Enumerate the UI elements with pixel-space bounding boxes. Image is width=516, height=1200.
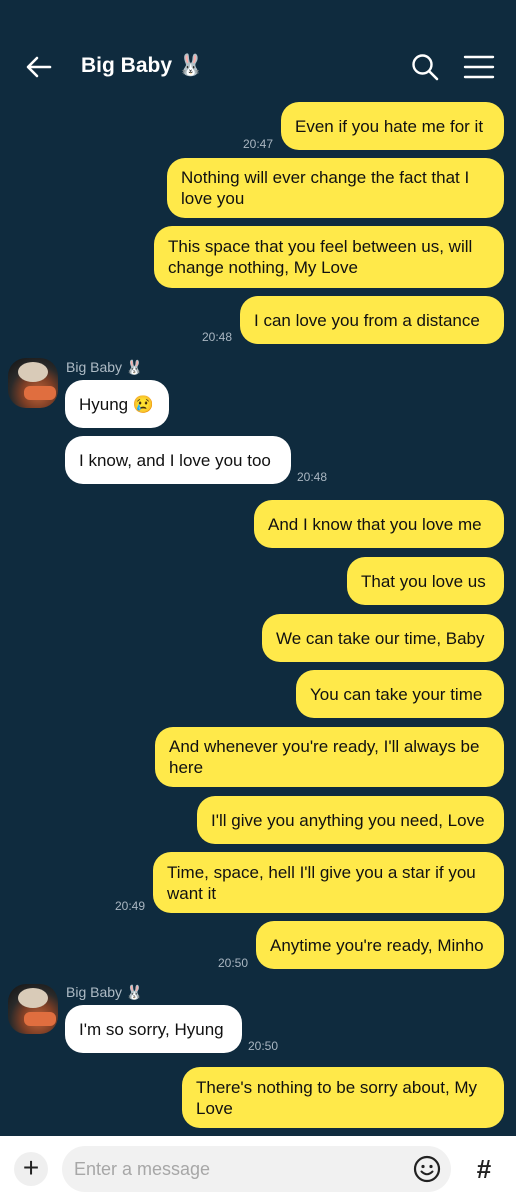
message-input[interactable]: Enter a message: [62, 1146, 451, 1192]
outgoing-message[interactable]: And I know that you love me: [254, 500, 504, 548]
outgoing-message[interactable]: This space that you feel between us, wil…: [154, 226, 504, 288]
message-time: 20:49: [115, 899, 146, 913]
outgoing-message[interactable]: And whenever you're ready, I'll always b…: [155, 727, 504, 787]
back-arrow-icon[interactable]: [24, 52, 54, 82]
avatar[interactable]: [8, 984, 58, 1034]
message-time: 20:48: [202, 330, 233, 344]
outgoing-message[interactable]: That you love us: [347, 557, 504, 605]
avatar[interactable]: [8, 358, 58, 408]
message-time: 20:50: [248, 1039, 279, 1053]
sender-name: Big Baby 🐰: [66, 359, 144, 375]
hashtag-button[interactable]: #: [466, 1152, 502, 1186]
chat-header: Big Baby 🐰: [0, 0, 516, 100]
add-attachment-button[interactable]: +: [14, 1152, 48, 1186]
message-input-placeholder: Enter a message: [74, 1159, 211, 1179]
message-time: 20:48: [297, 470, 328, 484]
outgoing-message[interactable]: Even if you hate me for it: [281, 102, 504, 150]
incoming-message[interactable]: I know, and I love you too: [65, 436, 291, 484]
menu-icon[interactable]: [463, 52, 495, 82]
message-time: 20:47: [243, 137, 274, 151]
sender-name: Big Baby 🐰: [66, 984, 144, 1000]
outgoing-message[interactable]: I'll give you anything you need, Love: [197, 796, 504, 844]
outgoing-message[interactable]: You can take your time: [296, 670, 504, 718]
outgoing-message[interactable]: We can take our time, Baby: [262, 614, 504, 662]
outgoing-message[interactable]: Time, space, hell I'll give you a star i…: [153, 852, 504, 913]
outgoing-message[interactable]: Nothing will ever change the fact that I…: [167, 158, 504, 218]
incoming-message[interactable]: I'm so sorry, Hyung: [65, 1005, 242, 1053]
outgoing-message[interactable]: Anytime you're ready, Minho: [256, 921, 504, 969]
message-composer: + Enter a message #: [0, 1136, 516, 1200]
search-icon[interactable]: [410, 52, 440, 82]
chat-title: Big Baby 🐰: [81, 54, 204, 77]
incoming-message[interactable]: Hyung 😢: [65, 380, 169, 428]
outgoing-message[interactable]: There's nothing to be sorry about, My Lo…: [182, 1067, 504, 1128]
emoji-icon[interactable]: [412, 1154, 442, 1184]
message-time: 20:50: [218, 956, 249, 970]
outgoing-message[interactable]: I can love you from a distance: [240, 296, 504, 344]
